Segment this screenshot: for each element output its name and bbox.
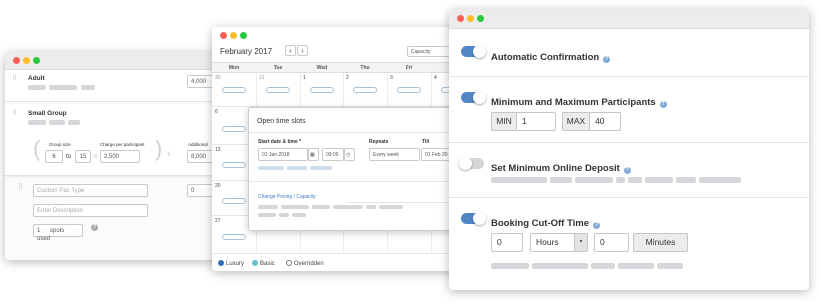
custom-pax-type-input[interactable]: Custom Pax Type	[33, 184, 148, 197]
deposit-section: Set Minimum Online Deposit?	[449, 143, 809, 197]
close-window-icon[interactable]	[457, 15, 464, 22]
cutoff-section: Booking Cut-Off Time? 0 Hours ▾ 0 Minute…	[449, 198, 809, 290]
prev-month-button[interactable]: ‹	[285, 45, 296, 56]
legend-dot-icon	[252, 260, 258, 266]
close-window-icon[interactable]	[220, 32, 227, 39]
cutoff-minutes-input[interactable]: 0	[594, 233, 629, 252]
help-icon[interactable]: ?	[659, 101, 667, 108]
calendar-icon[interactable]: ▦	[308, 148, 319, 161]
chevron-down-icon: ▾	[574, 234, 587, 251]
deposit-title: Set Minimum Online Deposit	[491, 163, 620, 174]
minimize-window-icon[interactable]	[230, 32, 237, 39]
pax-title: Small Group	[28, 110, 67, 117]
legend-dot-icon	[218, 260, 224, 266]
repeats-select[interactable]: Every week	[369, 148, 420, 161]
pax-types-window: ⠿ Adult 4,000 ⠿ Small Group ( Group size…	[5, 52, 220, 260]
group-max-input[interactable]: 15	[75, 150, 91, 163]
multiply-icon: ×	[93, 151, 99, 161]
minimize-window-icon[interactable]	[467, 15, 474, 22]
cutoff-hours-input[interactable]: 0	[491, 233, 523, 252]
participants-toggle[interactable]	[461, 91, 486, 104]
drag-handle-icon[interactable]: ⠿	[18, 183, 23, 191]
min-participants-input[interactable]: 1	[516, 112, 556, 131]
help-icon[interactable]: ?	[87, 224, 98, 231]
minutes-label: Minutes	[633, 233, 688, 252]
minimize-window-icon[interactable]	[23, 57, 30, 64]
legend-dot-icon	[286, 260, 292, 266]
bracket-open-icon: (	[33, 136, 41, 161]
pax-row-small-group: ⠿ Small Group ( Group size 6 to 15 × Cha…	[5, 104, 220, 176]
slot-pill[interactable]	[266, 87, 290, 93]
slot-pill[interactable]	[397, 87, 421, 93]
help-icon[interactable]: ?	[623, 167, 631, 174]
slot-pill[interactable]	[222, 126, 246, 132]
group-min-input[interactable]: 6	[45, 150, 63, 163]
help-icon[interactable]: ?	[592, 222, 600, 229]
slot-pill[interactable]	[222, 234, 246, 240]
booking-settings-window: Automatic Confirmation? Minimum and Maxi…	[449, 9, 809, 290]
start-time-input[interactable]: 09:00	[322, 148, 344, 161]
slot-pill[interactable]	[353, 87, 377, 93]
legend-item-overridden: Overridden	[286, 260, 324, 267]
next-month-button[interactable]: ›	[297, 45, 308, 56]
window-titlebar	[212, 27, 464, 45]
deposit-toggle[interactable]	[459, 157, 484, 170]
maximize-window-icon[interactable]	[33, 57, 40, 64]
bracket-close-icon: )	[155, 136, 163, 161]
window-titlebar	[449, 9, 809, 29]
pax-row-adult: ⠿ Adult 4,000	[5, 70, 220, 102]
participants-section: Minimum and Maximum Participants? MIN 1 …	[449, 77, 809, 142]
calendar-window: February 2017 ‹ › Capacity Mon Tue Wed T…	[212, 27, 464, 271]
maximize-window-icon[interactable]	[477, 15, 484, 22]
close-window-icon[interactable]	[13, 57, 20, 64]
window-titlebar	[5, 52, 220, 70]
max-participants-input[interactable]: 40	[589, 112, 621, 131]
calendar-weekday-header: Mon Tue Wed Thu Fri	[212, 62, 464, 73]
cutoff-unit-select[interactable]: Hours ▾	[530, 233, 588, 252]
pax-title: Adult	[28, 75, 45, 82]
pax-row-custom: ⠿ Custom Pax Type 0 Enter Description 1 …	[5, 178, 220, 260]
cutoff-title: Booking Cut-Off Time	[491, 218, 589, 229]
slot-pill[interactable]	[310, 87, 334, 93]
open-time-slots-popup: Open time slots Start date & time * 01 J…	[248, 107, 464, 231]
legend-item-basic: Basic	[252, 260, 275, 267]
maximize-window-icon[interactable]	[240, 32, 247, 39]
participants-title: Minimum and Maximum Participants	[491, 97, 656, 108]
help-icon[interactable]: ?	[603, 56, 611, 63]
spots-used-input[interactable]: 1 spots used	[33, 224, 83, 242]
drag-handle-icon[interactable]: ⠿	[12, 74, 17, 82]
charge-input[interactable]: 2,500	[100, 150, 140, 163]
max-label: MAX	[562, 112, 590, 131]
slot-pill[interactable]	[222, 162, 246, 168]
change-pricing-link[interactable]: Change Pricing / Capacity	[258, 194, 316, 200]
plus-icon: +	[166, 149, 172, 159]
start-date-input[interactable]: 01 Jan 2018	[258, 148, 308, 161]
auto-confirm-toggle[interactable]	[461, 45, 486, 58]
cutoff-toggle[interactable]	[461, 212, 486, 225]
clock-icon[interactable]: ◷	[344, 148, 355, 161]
description-input[interactable]: Enter Description	[33, 204, 148, 217]
legend-item-luxury: Luxury	[218, 260, 244, 267]
month-title: February 2017	[220, 47, 273, 56]
auto-confirm-section: Automatic Confirmation?	[449, 29, 809, 77]
popup-title: Open time slots	[257, 118, 306, 125]
min-label: MIN	[491, 112, 517, 131]
auto-confirm-title: Automatic Confirmation	[491, 52, 600, 63]
slot-pill[interactable]	[222, 87, 246, 93]
slot-pill[interactable]	[222, 198, 246, 204]
drag-handle-icon[interactable]: ⠿	[12, 109, 17, 117]
